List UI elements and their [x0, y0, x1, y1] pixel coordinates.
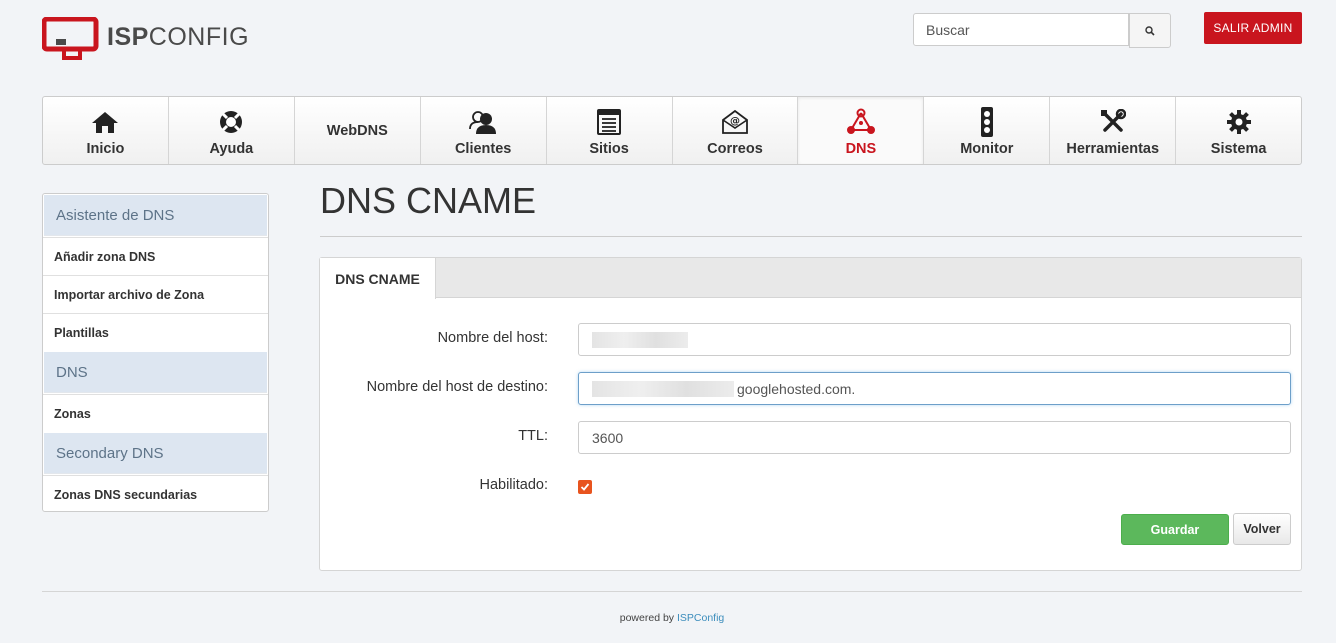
nav-label: Ayuda: [209, 141, 254, 157]
nav-item-dns[interactable]: DNS: [798, 97, 925, 164]
nav-item-sitios[interactable]: Sitios: [547, 97, 673, 164]
nav-label: WebDNS: [326, 122, 388, 139]
search-input[interactable]: [913, 13, 1129, 46]
tab-dns-cname[interactable]: DNS CNAME: [320, 258, 436, 299]
check-icon: [580, 483, 590, 491]
tools-icon: [1100, 107, 1126, 137]
nav-label: DNS: [845, 141, 877, 157]
back-button[interactable]: Volver: [1233, 513, 1291, 545]
logo-mark-icon: [42, 17, 99, 60]
nav-label: Clientes: [454, 141, 512, 157]
page-title: DNS CNAME: [320, 180, 537, 221]
nav-label: Sistema: [1210, 141, 1267, 157]
ispconfig-logo[interactable]: ISPCONFIG: [42, 17, 252, 61]
nav-label: Monitor: [960, 141, 1014, 157]
ttl-field[interactable]: 3600: [578, 421, 1291, 454]
nav-item-clientes[interactable]: Clientes: [421, 97, 547, 164]
sidebar-item-importar-zona[interactable]: Importar archivo de Zona: [43, 275, 268, 313]
tab-bar: [320, 258, 1301, 298]
home-icon: [91, 107, 119, 137]
sidebar-item-plantillas[interactable]: Plantillas: [43, 313, 268, 351]
form-panel: DNS CNAME Nombre del host: Nombre del ho…: [319, 257, 1302, 571]
sidebar-item-anadir-zona[interactable]: Añadir zona DNS: [43, 237, 268, 275]
target-host-value: googlehosted.com.: [737, 380, 856, 397]
lifebuoy-icon: [218, 107, 244, 137]
search-box: [913, 13, 1171, 48]
host-label: Nombre del host:: [437, 330, 548, 346]
nav-label: Sitios: [589, 141, 629, 157]
nav-item-inicio[interactable]: Inicio: [43, 97, 169, 164]
browser-window-icon: [597, 107, 622, 137]
redacted-value: [592, 380, 734, 397]
nav-label: Correos: [707, 141, 763, 157]
footer: powered by ISPConfig: [0, 612, 1336, 624]
logo-text: ISPCONFIG: [107, 23, 250, 51]
title-divider: [320, 236, 1302, 237]
enabled-checkbox[interactable]: [578, 480, 592, 494]
nav-label: Inicio: [86, 141, 125, 157]
target-host-field[interactable]: googlehosted.com.: [578, 372, 1291, 405]
main-nav: Inicio Ayuda WebDNS Clientes Sitios @ Co…: [42, 96, 1302, 165]
nav-item-sistema[interactable]: Sistema: [1176, 97, 1301, 164]
ttl-label: TTL:: [518, 428, 548, 444]
users-icon: [468, 107, 498, 137]
sidebar-heading-secondary-dns: Secondary DNS: [44, 433, 267, 474]
envelope-at-icon: @: [721, 107, 749, 137]
nav-item-ayuda[interactable]: Ayuda: [169, 97, 295, 164]
traffic-light-icon: [979, 107, 995, 137]
redacted-value: [592, 331, 688, 348]
gear-icon: [1226, 107, 1252, 137]
logout-button[interactable]: SALIR ADMIN: [1204, 12, 1302, 44]
sidebar: Asistente de DNS Añadir zona DNS Importa…: [42, 193, 269, 512]
sidebar-heading-dns: DNS: [44, 352, 267, 393]
footer-link[interactable]: ISPConfig: [677, 612, 724, 624]
sidebar-heading-asistente: Asistente de DNS: [44, 195, 267, 236]
enabled-label: Habilitado:: [479, 477, 548, 493]
svg-text:@: @: [730, 116, 740, 127]
nav-item-herramientas[interactable]: Herramientas: [1050, 97, 1177, 164]
search-button[interactable]: [1129, 13, 1171, 48]
nav-item-correos[interactable]: @ Correos: [673, 97, 799, 164]
save-button[interactable]: Guardar: [1121, 514, 1229, 545]
nav-item-webdns[interactable]: WebDNS: [295, 97, 421, 164]
target-host-label: Nombre del host de destino:: [366, 379, 548, 395]
sidebar-item-zonas-secundarias[interactable]: Zonas DNS secundarias: [43, 475, 268, 513]
search-icon: [1145, 25, 1155, 36]
host-name-field[interactable]: [578, 323, 1291, 356]
nav-item-monitor[interactable]: Monitor: [924, 97, 1051, 164]
nav-label: Herramientas: [1066, 141, 1160, 157]
sidebar-item-zonas[interactable]: Zonas: [43, 394, 268, 432]
footer-divider: [42, 591, 1302, 592]
footer-text: powered by: [619, 612, 675, 624]
ttl-value: 3600: [592, 429, 624, 446]
network-nodes-icon: [846, 107, 876, 137]
